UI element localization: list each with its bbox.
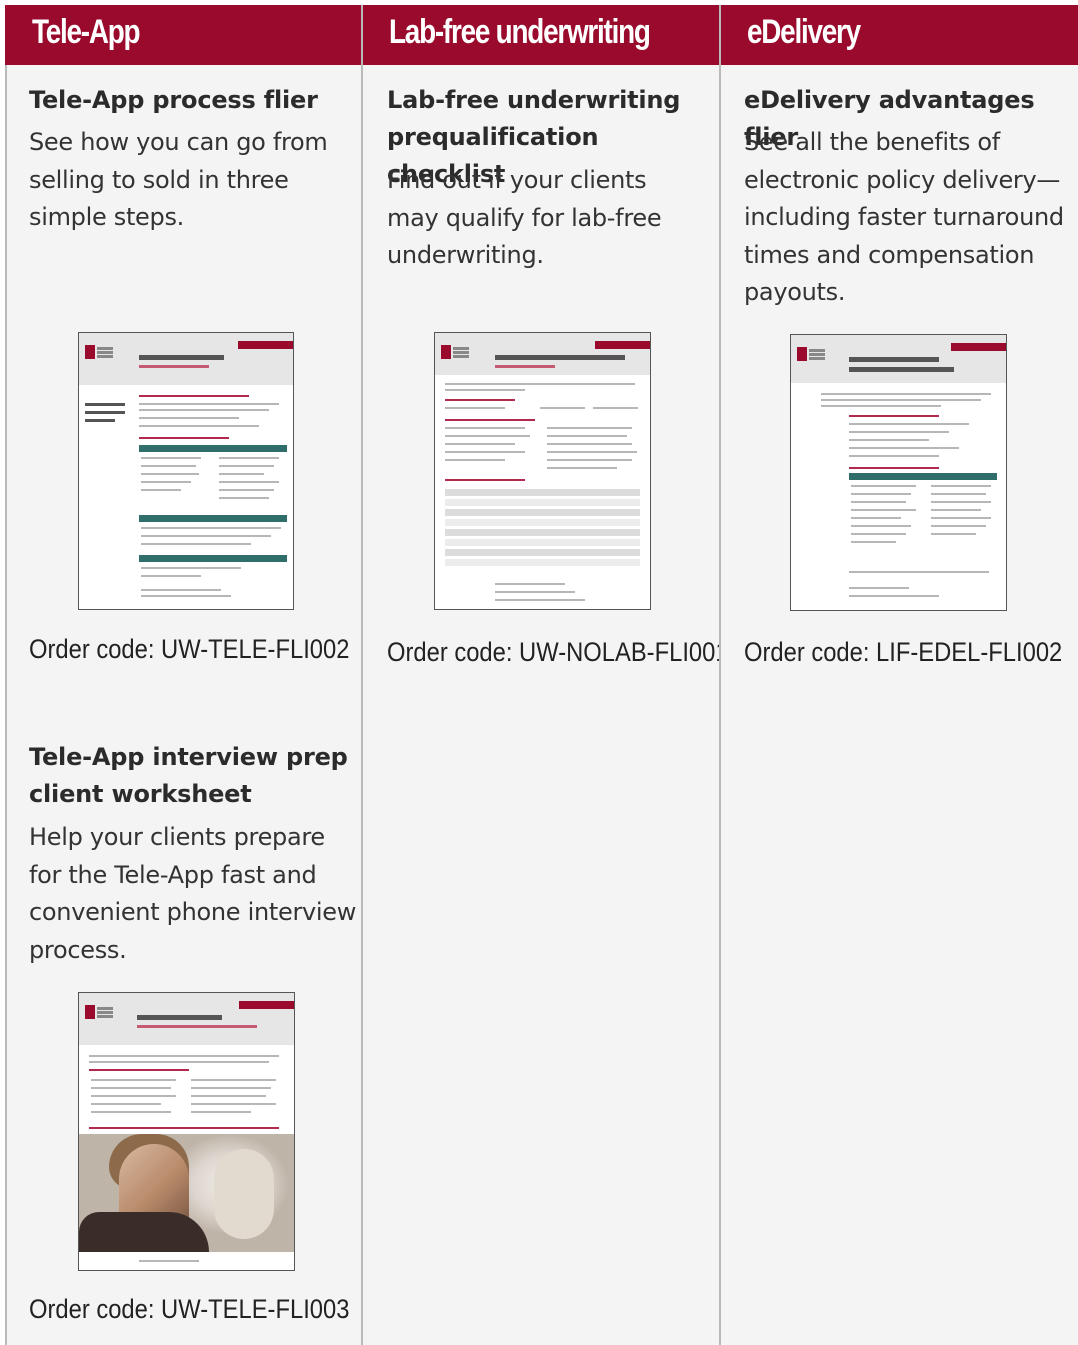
column-header: Tele-App — [5, 5, 362, 65]
document-thumbnail[interactable] — [434, 332, 651, 610]
title-line: Tele-App interview prep — [29, 743, 348, 771]
column-divider — [5, 65, 7, 1345]
document-thumbnail[interactable] — [78, 332, 294, 610]
desc-line: including faster turnaround — [744, 203, 1064, 231]
desc-line: selling to sold in three — [29, 165, 289, 194]
resource-title: Tele-App interview prep client worksheet — [29, 739, 348, 813]
desc-line: electronic policy delivery— — [744, 165, 1061, 194]
desc-line: may qualify for lab-free — [387, 203, 662, 232]
column-tele-app: Tele-App Tele-App process flier See how … — [5, 5, 362, 1345]
order-code: Order code: UW-TELE-FLI002 — [29, 634, 350, 664]
desc-line: process. — [29, 935, 127, 964]
desc-line: payouts. — [744, 278, 846, 306]
column-header: eDelivery — [720, 5, 1078, 65]
order-code: Order code: UW-NOLAB-FLI001 — [387, 637, 729, 667]
resource-description: See all the benefits of electronic polic… — [744, 124, 1064, 312]
document-thumbnail[interactable] — [790, 334, 1007, 611]
desc-line: simple steps. — [29, 203, 184, 231]
desc-line: for the Tele-App fast and — [29, 860, 317, 889]
desc-line: convenient phone interview — [29, 898, 357, 926]
column-header-label: Tele-App — [32, 13, 141, 51]
resource-description: Find out if your clients may qualify for… — [387, 162, 662, 275]
desc-line: times and compensation — [744, 240, 1035, 269]
order-code: Order code: LIF-EDEL-FLI002 — [744, 637, 1063, 667]
column-edelivery: eDelivery eDelivery advantages flier See… — [720, 5, 1078, 1345]
column-lab-free-underwriting: Lab-free underwriting Lab-free underwrit… — [362, 5, 729, 1345]
title-line: Lab-free underwriting — [387, 86, 681, 114]
resource-description: Help your clients prepare for the Tele-A… — [29, 819, 356, 969]
desc-line: underwriting. — [387, 241, 544, 269]
order-code: Order code: UW-TELE-FLI003 — [29, 1294, 350, 1324]
column-header-label: eDelivery — [747, 13, 861, 51]
resource-title: Tele-App process flier — [29, 82, 318, 119]
title-line: client worksheet — [29, 780, 252, 808]
desc-line: See how you can go from — [29, 128, 328, 156]
document-thumbnail[interactable] — [78, 992, 295, 1271]
title-line: Tele-App process flier — [29, 86, 318, 114]
resource-description: See how you can go from selling to sold … — [29, 124, 328, 237]
headset-agent-photo — [79, 1134, 294, 1252]
desc-line: See all the benefits of — [744, 128, 1000, 156]
column-divider — [361, 5, 363, 1345]
column-divider — [719, 5, 721, 1345]
column-header: Lab-free underwriting — [362, 5, 720, 65]
resource-grid: Tele-App Tele-App process flier See how … — [5, 5, 1078, 1345]
column-header-label: Lab-free underwriting — [389, 13, 651, 51]
desc-line: Help your clients prepare — [29, 823, 325, 851]
desc-line: Find out if your clients — [387, 166, 647, 194]
